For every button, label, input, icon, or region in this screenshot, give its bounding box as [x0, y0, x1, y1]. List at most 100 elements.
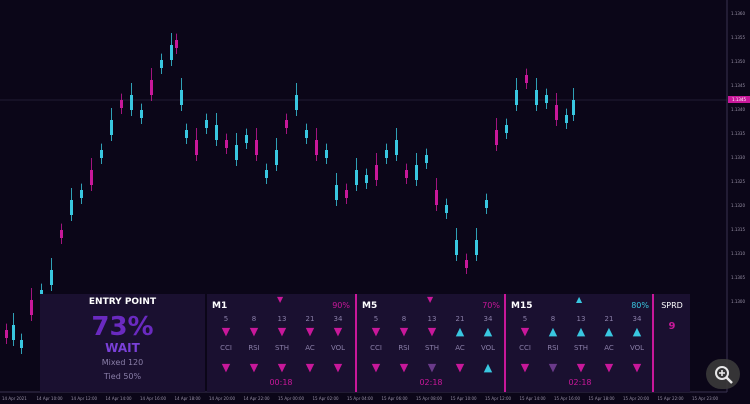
timeframe-percent: 80%	[631, 301, 649, 310]
price-tick-label: 1.1360	[731, 11, 745, 16]
candle-body	[305, 130, 308, 138]
candle-body	[572, 100, 575, 115]
zoom-button[interactable]	[706, 359, 740, 389]
signal-arrow-icon: ▼	[221, 325, 231, 338]
candle-body	[485, 200, 488, 208]
candle-body	[475, 240, 478, 255]
candle-body	[5, 330, 8, 338]
signal-arrow-icon: ▼	[333, 361, 343, 374]
signal-arrow-icon: ▼	[427, 361, 437, 374]
signal-arrow-icon: ▼	[221, 361, 231, 374]
candle-body	[130, 95, 133, 110]
candle-body	[185, 130, 188, 138]
entry-point-tied: Tied 50%	[103, 372, 142, 381]
candle-body	[455, 240, 458, 255]
price-tick-label: 1.1355	[731, 35, 745, 40]
period-label: 5	[373, 315, 379, 323]
period-label: 8	[550, 315, 556, 323]
period-label: 34	[632, 315, 642, 323]
time-tick-label: 14 Apr 14:00	[106, 396, 133, 401]
indicator-label: AC	[455, 344, 465, 352]
candle-body	[160, 60, 163, 68]
candle-body	[120, 100, 123, 108]
candle-body	[435, 190, 438, 205]
candle-body	[555, 105, 558, 120]
candle-body	[245, 135, 248, 143]
candle-body	[70, 200, 73, 215]
period-label: 21	[305, 315, 315, 323]
trend-arrow-icon: ▲	[576, 295, 583, 304]
price-tick-label: 1.1340	[731, 107, 745, 112]
time-tick-label: 15 Apr 18:00	[589, 396, 616, 401]
candle-body	[335, 185, 338, 200]
candle-body	[525, 75, 528, 83]
price-tick-label: 1.1325	[731, 179, 745, 184]
signal-arrow-icon: ▼	[371, 361, 381, 374]
signal-arrow-icon: ▲	[576, 325, 586, 338]
signal-arrow-icon: ▼	[305, 325, 315, 338]
candle-timer: 00:18	[269, 378, 293, 387]
indicator-label: RSI	[547, 344, 559, 352]
indicator-label: STH	[425, 344, 439, 352]
timeframe-percent: 90%	[332, 301, 350, 310]
entry-point-percent: 73%	[91, 312, 154, 342]
signal-arrow-icon: ▼	[520, 325, 530, 338]
trend-arrow-icon: ▼	[277, 295, 284, 304]
time-tick-label: 15 Apr 20:00	[623, 396, 650, 401]
candle-body	[355, 170, 358, 185]
spread-label: SPRD	[661, 301, 683, 310]
period-label: 21	[455, 315, 465, 323]
price-tick-label: 1.1305	[731, 275, 745, 280]
candle-body	[175, 40, 178, 48]
signal-arrow-icon: ▼	[277, 325, 287, 338]
time-tick-label: 15 Apr 10:00	[451, 396, 478, 401]
time-tick-label: 14 Apr 18:00	[175, 396, 202, 401]
candle-body	[315, 140, 318, 155]
signal-arrow-icon: ▼	[371, 325, 381, 338]
price-tick-label: 1.1315	[731, 227, 745, 232]
price-tick-label: 1.1310	[731, 251, 745, 256]
candle-body	[60, 230, 63, 238]
indicator-label: RSI	[248, 344, 260, 352]
time-tick-label: 14 Apr 20:00	[209, 396, 236, 401]
time-tick-label: 15 Apr 06:00	[382, 396, 409, 401]
price-tick-label: 1.1345	[731, 83, 745, 88]
candle-body	[375, 165, 378, 180]
signal-arrow-icon: ▼	[455, 361, 465, 374]
period-label: 5	[223, 315, 229, 323]
candle-body	[295, 95, 298, 110]
candle-timer: 02:18	[419, 378, 443, 387]
indicator-label: VOL	[480, 344, 496, 352]
indicator-label: STH	[275, 344, 289, 352]
candle-body	[425, 155, 428, 163]
signal-arrow-icon: ▲	[483, 361, 493, 374]
candle-body	[495, 130, 498, 145]
candle-body	[445, 205, 448, 213]
candle-body	[465, 260, 468, 268]
candle-body	[515, 90, 518, 105]
candle-body	[50, 270, 53, 285]
signal-arrow-icon: ▼	[604, 361, 614, 374]
signal-arrow-icon: ▼	[249, 325, 259, 338]
candle-body	[235, 145, 238, 160]
candle-body	[395, 140, 398, 155]
period-label: 5	[522, 315, 528, 323]
indicator-label: VOL	[330, 344, 346, 352]
candle-body	[20, 340, 23, 348]
signal-arrow-icon: ▼	[399, 325, 409, 338]
period-label: 13	[576, 315, 586, 323]
candle-body	[90, 170, 93, 185]
price-tick-label: 1.1350	[731, 59, 745, 64]
signal-arrow-icon: ▼	[548, 361, 558, 374]
spread-value: 9	[668, 321, 676, 332]
entry-point-panel: ENTRY POINT 73% WAIT Mixed 120 Tied 50%	[40, 294, 205, 392]
entry-point-title: ENTRY POINT	[88, 297, 157, 307]
candle-body	[215, 125, 218, 140]
price-tick-label: 1.1300	[731, 299, 745, 304]
signal-arrow-icon: ▼	[576, 361, 586, 374]
zoom-in-icon	[715, 366, 733, 384]
time-tick-label: 15 Apr 02:00	[313, 396, 340, 401]
candle-body	[545, 95, 548, 103]
timeframe-percent: 70%	[482, 301, 500, 310]
price-tick-label: 1.1335	[731, 131, 745, 136]
